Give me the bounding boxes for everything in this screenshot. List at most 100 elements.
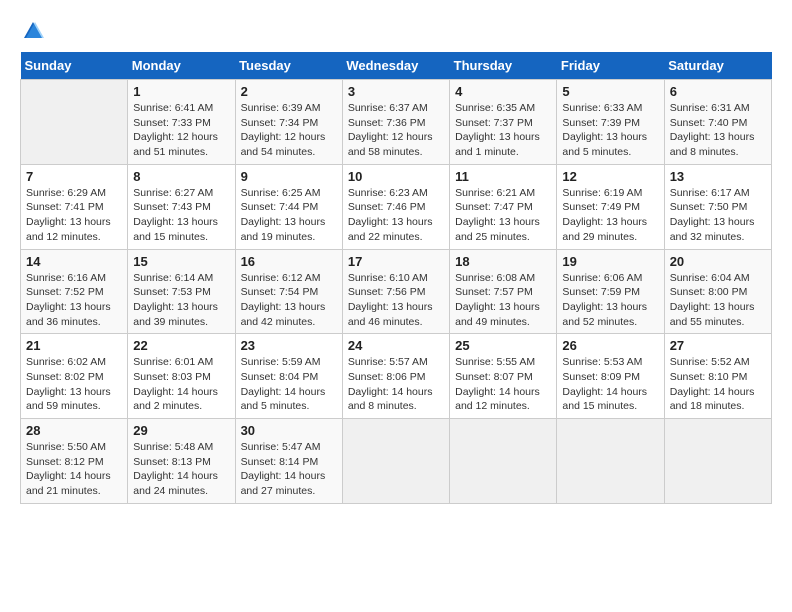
- calendar-cell: 24Sunrise: 5:57 AM Sunset: 8:06 PM Dayli…: [342, 334, 449, 419]
- day-number: 16: [241, 254, 337, 269]
- calendar-header-tuesday: Tuesday: [235, 52, 342, 80]
- calendar-cell: 23 Sunrise: 5:59 AM Sunset: 8:04 PM Dayli…: [235, 334, 342, 419]
- day-number: 28: [26, 423, 122, 438]
- calendar-cell: [557, 419, 664, 504]
- calendar-cell: 4 Sunrise: 6:35 AM Sunset: 7:37 PM Daylig…: [450, 80, 557, 165]
- day-info: Sunrise: 6:33 AM Sunset: 7:39 PM Dayligh…: [562, 101, 658, 160]
- day-number: 30: [241, 423, 337, 438]
- calendar-table: SundayMondayTuesdayWednesdayThursdayFrid…: [20, 52, 772, 504]
- day-number: 15: [133, 254, 229, 269]
- calendar-cell: [664, 419, 771, 504]
- day-number: 25: [455, 338, 551, 353]
- day-number: 2: [241, 84, 337, 99]
- day-number: 21: [26, 338, 122, 353]
- day-number: 29: [133, 423, 229, 438]
- day-number: 8: [133, 169, 229, 184]
- calendar-week-4: 21 Sunrise: 6:02 AM Sunset: 8:02 PM Dayli…: [21, 334, 772, 419]
- day-number: 10: [348, 169, 444, 184]
- day-info: Sunrise: 6:17 AM Sunset: 7:50 PM Dayligh…: [670, 186, 766, 245]
- calendar-cell: 9Sunrise: 6:25 AM Sunset: 7:44 PM Daylig…: [235, 164, 342, 249]
- calendar-header-thursday: Thursday: [450, 52, 557, 80]
- day-info: Sunrise: 6:02 AM Sunset: 8:02 PM Dayligh…: [26, 355, 122, 414]
- day-number: 4: [455, 84, 551, 99]
- calendar-header-row: SundayMondayTuesdayWednesdayThursdayFrid…: [21, 52, 772, 80]
- calendar-cell: 21 Sunrise: 6:02 AM Sunset: 8:02 PM Dayli…: [21, 334, 128, 419]
- day-number: 11: [455, 169, 551, 184]
- calendar-cell: 25 Sunrise: 5:55 AM Sunset: 8:07 PM Dayli…: [450, 334, 557, 419]
- day-number: 24: [348, 338, 444, 353]
- day-number: 20: [670, 254, 766, 269]
- day-number: 19: [562, 254, 658, 269]
- calendar-cell: 1 Sunrise: 6:41 AM Sunset: 7:33 PM Daylig…: [128, 80, 235, 165]
- day-info: Sunrise: 6:23 AM Sunset: 7:46 PM Dayligh…: [348, 186, 444, 245]
- day-number: 27: [670, 338, 766, 353]
- calendar-header-monday: Monday: [128, 52, 235, 80]
- calendar-cell: 6 Sunrise: 6:31 AM Sunset: 7:40 PM Daylig…: [664, 80, 771, 165]
- day-info: Sunrise: 5:53 AM Sunset: 8:09 PM Dayligh…: [562, 355, 658, 414]
- day-number: 1: [133, 84, 229, 99]
- calendar-header-sunday: Sunday: [21, 52, 128, 80]
- day-info: Sunrise: 6:19 AM Sunset: 7:49 PM Dayligh…: [562, 186, 658, 245]
- day-info: Sunrise: 6:25 AM Sunset: 7:44 PM Dayligh…: [241, 186, 337, 245]
- day-info: Sunrise: 6:39 AM Sunset: 7:34 PM Dayligh…: [241, 101, 337, 160]
- calendar-cell: 16 Sunrise: 6:12 AM Sunset: 7:54 PM Dayli…: [235, 249, 342, 334]
- calendar-cell: 17Sunrise: 6:10 AM Sunset: 7:56 PM Dayli…: [342, 249, 449, 334]
- calendar-week-5: 28 Sunrise: 5:50 AM Sunset: 8:12 PM Dayli…: [21, 419, 772, 504]
- day-number: 18: [455, 254, 551, 269]
- calendar-cell: [21, 80, 128, 165]
- day-number: 14: [26, 254, 122, 269]
- calendar-cell: 7Sunrise: 6:29 AM Sunset: 7:41 PM Daylig…: [21, 164, 128, 249]
- calendar-cell: 8 Sunrise: 6:27 AM Sunset: 7:43 PM Daylig…: [128, 164, 235, 249]
- day-number: 23: [241, 338, 337, 353]
- calendar-cell: 18Sunrise: 6:08 AM Sunset: 7:57 PM Dayli…: [450, 249, 557, 334]
- logo: [20, 20, 44, 42]
- calendar-cell: [342, 419, 449, 504]
- calendar-cell: 12 Sunrise: 6:19 AM Sunset: 7:49 PM Dayli…: [557, 164, 664, 249]
- calendar-cell: 13 Sunrise: 6:17 AM Sunset: 7:50 PM Dayli…: [664, 164, 771, 249]
- day-info: Sunrise: 5:48 AM Sunset: 8:13 PM Dayligh…: [133, 440, 229, 499]
- day-info: Sunrise: 5:55 AM Sunset: 8:07 PM Dayligh…: [455, 355, 551, 414]
- calendar-week-1: 1 Sunrise: 6:41 AM Sunset: 7:33 PM Daylig…: [21, 80, 772, 165]
- day-number: 26: [562, 338, 658, 353]
- day-info: Sunrise: 5:59 AM Sunset: 8:04 PM Dayligh…: [241, 355, 337, 414]
- day-info: Sunrise: 6:31 AM Sunset: 7:40 PM Dayligh…: [670, 101, 766, 160]
- calendar-week-2: 7Sunrise: 6:29 AM Sunset: 7:41 PM Daylig…: [21, 164, 772, 249]
- calendar-cell: 19 Sunrise: 6:06 AM Sunset: 7:59 PM Dayli…: [557, 249, 664, 334]
- calendar-cell: 3 Sunrise: 6:37 AM Sunset: 7:36 PM Daylig…: [342, 80, 449, 165]
- day-info: Sunrise: 5:50 AM Sunset: 8:12 PM Dayligh…: [26, 440, 122, 499]
- day-info: Sunrise: 6:37 AM Sunset: 7:36 PM Dayligh…: [348, 101, 444, 160]
- day-info: Sunrise: 6:35 AM Sunset: 7:37 PM Dayligh…: [455, 101, 551, 160]
- logo-icon: [22, 20, 44, 42]
- day-number: 3: [348, 84, 444, 99]
- day-number: 5: [562, 84, 658, 99]
- day-number: 12: [562, 169, 658, 184]
- day-number: 22: [133, 338, 229, 353]
- calendar-cell: 14 Sunrise: 6:16 AM Sunset: 7:52 PM Dayli…: [21, 249, 128, 334]
- calendar-cell: [450, 419, 557, 504]
- calendar-cell: 30 Sunrise: 5:47 AM Sunset: 8:14 PM Dayli…: [235, 419, 342, 504]
- calendar-cell: 27 Sunrise: 5:52 AM Sunset: 8:10 PM Dayli…: [664, 334, 771, 419]
- day-info: Sunrise: 6:01 AM Sunset: 8:03 PM Dayligh…: [133, 355, 229, 414]
- calendar-cell: 20Sunrise: 6:04 AM Sunset: 8:00 PM Dayli…: [664, 249, 771, 334]
- calendar-cell: 5 Sunrise: 6:33 AM Sunset: 7:39 PM Daylig…: [557, 80, 664, 165]
- calendar-cell: 29 Sunrise: 5:48 AM Sunset: 8:13 PM Dayli…: [128, 419, 235, 504]
- day-info: Sunrise: 5:47 AM Sunset: 8:14 PM Dayligh…: [241, 440, 337, 499]
- day-info: Sunrise: 6:21 AM Sunset: 7:47 PM Dayligh…: [455, 186, 551, 245]
- day-info: Sunrise: 6:41 AM Sunset: 7:33 PM Dayligh…: [133, 101, 229, 160]
- calendar-cell: 28 Sunrise: 5:50 AM Sunset: 8:12 PM Dayli…: [21, 419, 128, 504]
- day-number: 6: [670, 84, 766, 99]
- day-info: Sunrise: 6:27 AM Sunset: 7:43 PM Dayligh…: [133, 186, 229, 245]
- calendar-cell: 2 Sunrise: 6:39 AM Sunset: 7:34 PM Daylig…: [235, 80, 342, 165]
- day-info: Sunrise: 6:10 AM Sunset: 7:56 PM Dayligh…: [348, 271, 444, 330]
- day-info: Sunrise: 6:29 AM Sunset: 7:41 PM Dayligh…: [26, 186, 122, 245]
- day-info: Sunrise: 6:06 AM Sunset: 7:59 PM Dayligh…: [562, 271, 658, 330]
- calendar-cell: 15 Sunrise: 6:14 AM Sunset: 7:53 PM Dayli…: [128, 249, 235, 334]
- calendar-header-wednesday: Wednesday: [342, 52, 449, 80]
- day-info: Sunrise: 6:12 AM Sunset: 7:54 PM Dayligh…: [241, 271, 337, 330]
- calendar-cell: 11 Sunrise: 6:21 AM Sunset: 7:47 PM Dayli…: [450, 164, 557, 249]
- day-info: Sunrise: 6:14 AM Sunset: 7:53 PM Dayligh…: [133, 271, 229, 330]
- day-info: Sunrise: 5:52 AM Sunset: 8:10 PM Dayligh…: [670, 355, 766, 414]
- day-number: 13: [670, 169, 766, 184]
- day-info: Sunrise: 6:16 AM Sunset: 7:52 PM Dayligh…: [26, 271, 122, 330]
- calendar-header-friday: Friday: [557, 52, 664, 80]
